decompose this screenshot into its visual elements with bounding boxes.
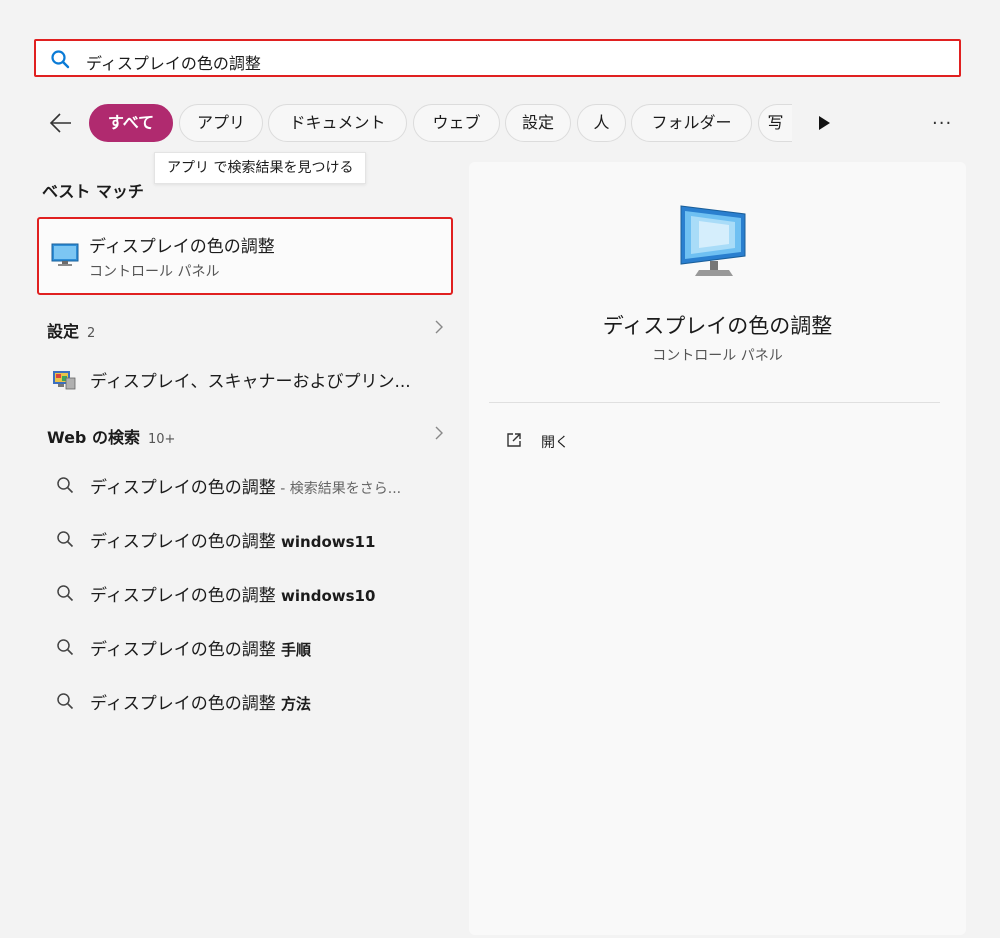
tab-apps[interactable]: アプリ bbox=[179, 104, 263, 142]
web-search-count: 10+ bbox=[147, 432, 176, 447]
open-label: 開く bbox=[541, 435, 569, 451]
web-result-suffix: windows10 bbox=[275, 587, 376, 605]
web-result-text: ディスプレイの色の調整 bbox=[90, 532, 276, 552]
tab-all[interactable]: すべて bbox=[89, 104, 173, 142]
web-result-suffix: windows11 bbox=[275, 533, 376, 551]
settings-heading[interactable]: 設定 2 bbox=[47, 318, 95, 342]
tab-photos[interactable]: 写 bbox=[758, 104, 792, 142]
search-icon bbox=[57, 639, 74, 656]
back-arrow-icon[interactable] bbox=[48, 110, 74, 136]
divider bbox=[489, 402, 940, 403]
web-result-3[interactable]: ディスプレイの色の調整 windows10 bbox=[40, 570, 450, 614]
web-search-heading-label: Web の検索 bbox=[47, 428, 140, 447]
tab-folders[interactable]: フォルダー bbox=[631, 104, 752, 142]
preview-subtitle: コントロール パネル bbox=[652, 348, 783, 364]
web-result-2[interactable]: ディスプレイの色の調整 windows11 bbox=[40, 516, 450, 560]
more-options-button[interactable]: ... bbox=[932, 108, 952, 129]
search-icon bbox=[57, 693, 74, 710]
monitor-icon bbox=[51, 243, 79, 266]
play-right-icon[interactable] bbox=[816, 114, 832, 132]
web-result-suffix: 手順 bbox=[275, 641, 312, 659]
best-match-item[interactable]: ディスプレイの色の調整 コントロール パネル bbox=[37, 217, 453, 295]
list-item[interactable]: ディスプレイ、スキャナーおよびプリン... bbox=[40, 356, 450, 400]
devices-printers-icon bbox=[53, 371, 76, 390]
web-result-text: ディスプレイの色の調整 bbox=[90, 478, 276, 498]
tooltip: アプリ で検索結果を見つける bbox=[154, 152, 367, 184]
search-icon bbox=[57, 585, 74, 602]
preview-panel: ディスプレイの色の調整 コントロール パネル 開く bbox=[469, 162, 966, 935]
best-match-heading: ベスト マッチ bbox=[42, 182, 144, 201]
preview-title: ディスプレイの色の調整 bbox=[602, 314, 833, 338]
web-result-5[interactable]: ディスプレイの色の調整 方法 bbox=[40, 678, 450, 722]
settings-item-label: ディスプレイ、スキャナーおよびプリン... bbox=[90, 372, 411, 392]
open-external-icon bbox=[507, 433, 521, 447]
tab-web[interactable]: ウェブ bbox=[413, 104, 500, 142]
search-icon bbox=[51, 50, 70, 69]
web-result-text: ディスプレイの色の調整 bbox=[90, 640, 276, 660]
monitor-icon bbox=[680, 205, 746, 276]
tab-documents[interactable]: ドキュメント bbox=[268, 104, 407, 142]
best-match-title: ディスプレイの色の調整 bbox=[89, 237, 275, 257]
web-search-heading[interactable]: Web の検索 10+ bbox=[47, 424, 175, 448]
web-result-suffix: 方法 bbox=[275, 695, 312, 713]
chevron-right-icon[interactable] bbox=[434, 320, 444, 334]
search-input[interactable]: ディスプレイの色の調整 bbox=[86, 50, 261, 74]
search-icon bbox=[57, 477, 74, 494]
chevron-right-icon[interactable] bbox=[434, 426, 444, 440]
web-result-text: ディスプレイの色の調整 bbox=[90, 586, 276, 606]
web-result-4[interactable]: ディスプレイの色の調整 手順 bbox=[40, 624, 450, 668]
search-icon bbox=[57, 531, 74, 548]
tab-people[interactable]: 人 bbox=[577, 104, 626, 142]
web-result-1[interactable]: ディスプレイの色の調整 - 検索結果をさら... bbox=[40, 462, 450, 506]
web-result-suffix: - 検索結果をさら... bbox=[275, 481, 402, 497]
tab-settings[interactable]: 設定 bbox=[505, 104, 571, 142]
settings-heading-label: 設定 bbox=[47, 322, 80, 341]
best-match-subtitle: コントロール パネル bbox=[89, 264, 220, 280]
settings-count: 2 bbox=[87, 326, 96, 341]
web-result-text: ディスプレイの色の調整 bbox=[90, 694, 276, 714]
search-box[interactable]: ディスプレイの色の調整 bbox=[34, 39, 961, 77]
